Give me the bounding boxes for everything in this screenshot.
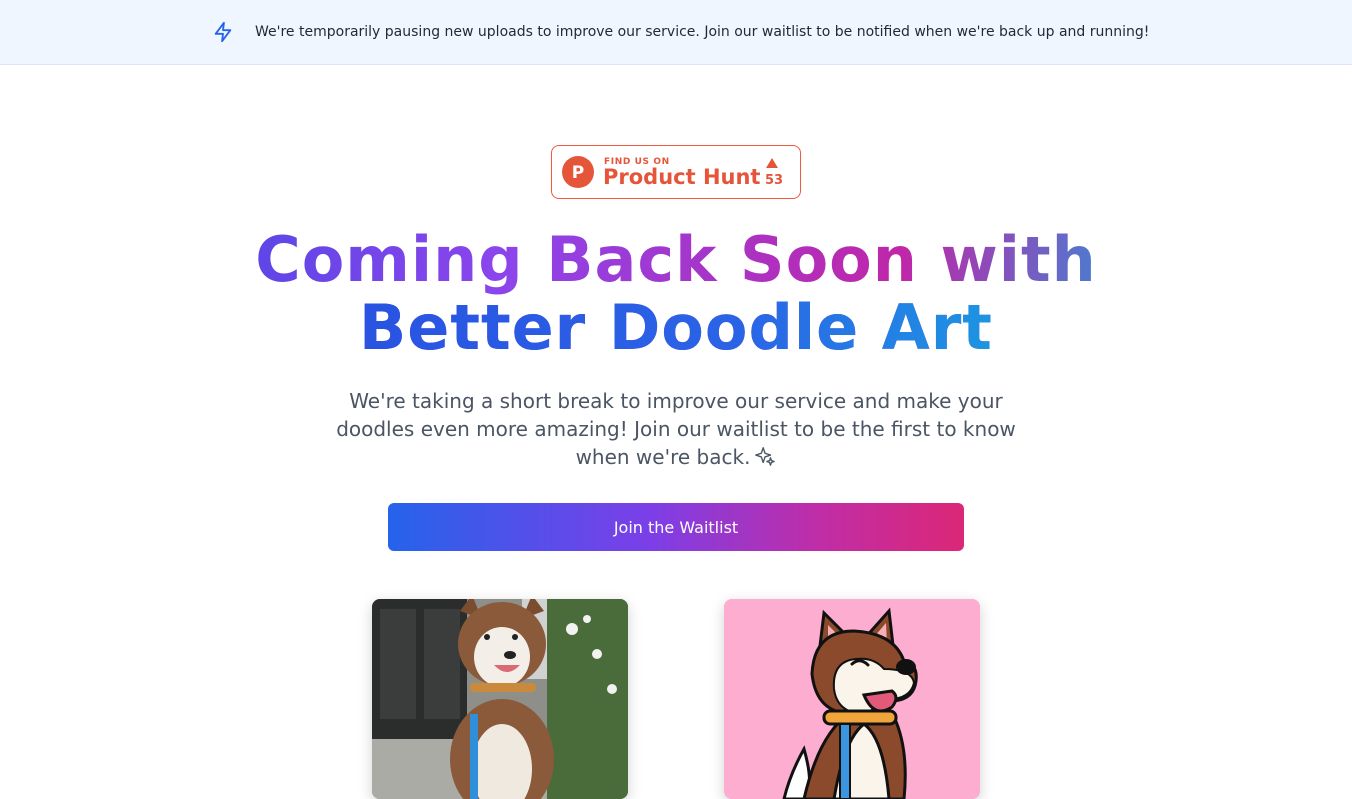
lightning-bolt-icon — [214, 21, 232, 43]
product-hunt-badge[interactable]: P FIND US ON Product Hunt 53 — [551, 145, 801, 199]
husky-doodle-card — [724, 599, 980, 799]
announcement-text: We're temporarily pausing new uploads to… — [255, 24, 1150, 40]
husky-photo-card — [372, 599, 628, 799]
husky-photo-image — [372, 599, 628, 799]
sparkles-icon — [755, 447, 776, 466]
join-waitlist-button[interactable]: Join the Waitlist — [388, 503, 964, 551]
hero-description-text: We're taking a short break to improve ou… — [336, 389, 1016, 469]
headline-line-1: Coming Back Soon with — [255, 223, 1097, 296]
product-hunt-title: Product Hunt — [603, 165, 761, 189]
headline-line-2: Better Doodle Art — [359, 291, 993, 364]
svg-text:P: P — [572, 163, 584, 183]
upvote-count: 53 — [765, 173, 784, 188]
announcement-banner: We're temporarily pausing new uploads to… — [0, 0, 1352, 65]
husky-doodle-image — [724, 599, 980, 799]
product-hunt-logo-icon: P — [562, 156, 594, 188]
upvote-triangle-icon — [766, 158, 778, 168]
hero-description: We're taking a short break to improve ou… — [336, 387, 1016, 471]
page-headline: Coming Back Soon with Better Doodle Art — [176, 226, 1176, 362]
